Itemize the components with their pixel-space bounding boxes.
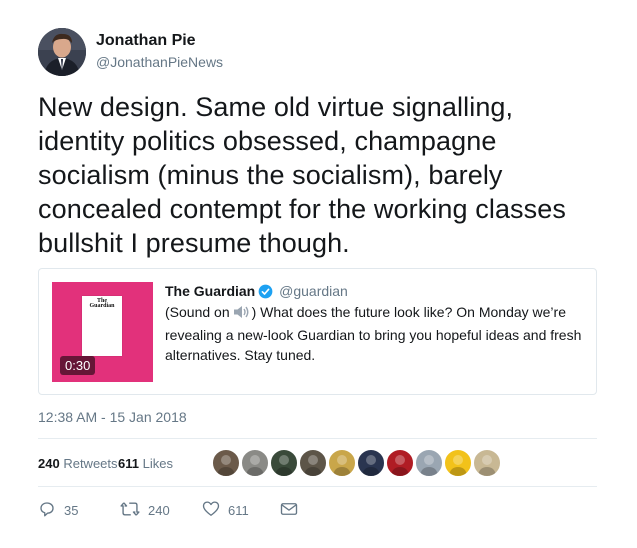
- liker-avatar-10[interactable]: [473, 449, 501, 477]
- verified-icon: [258, 284, 273, 303]
- divider: [38, 486, 597, 487]
- retweets-count: 240: [38, 456, 60, 471]
- retweet-count: 240: [148, 502, 170, 518]
- masthead-line: Guardian: [89, 303, 115, 309]
- retweet-button[interactable]: 240: [120, 500, 170, 520]
- reply-icon: [38, 500, 56, 521]
- tweet: Jonathan Pie @JonathanPieNews New design…: [0, 0, 637, 548]
- liker-avatar-6[interactable]: [357, 449, 385, 477]
- liker-avatar-4[interactable]: [299, 449, 327, 477]
- like-icon: [202, 500, 220, 520]
- quoted-video-thumbnail[interactable]: The Guardian 0:30: [52, 282, 153, 382]
- liker-avatar-8[interactable]: [415, 449, 443, 477]
- likes-stat[interactable]: 611 Likes: [118, 455, 173, 473]
- likes-label: Likes: [142, 456, 173, 471]
- liker-avatar-3[interactable]: [270, 449, 298, 477]
- quoted-author-name[interactable]: The Guardian: [165, 283, 255, 299]
- speaker-icon: [233, 304, 250, 325]
- retweet-icon: [120, 500, 140, 521]
- retweets-stat[interactable]: 240 Retweets: [38, 455, 118, 473]
- tweet-text-line: identity politics obsessed, champagne: [38, 126, 497, 156]
- tweet-timestamp[interactable]: 12:38 AM - 15 Jan 2018: [38, 409, 187, 425]
- quoted-tweet-card[interactable]: The Guardian 0:30 The Guardian @guardian…: [38, 268, 597, 395]
- liker-avatar-7[interactable]: [386, 449, 414, 477]
- retweets-label: Retweets: [63, 456, 118, 471]
- liker-avatar-5[interactable]: [328, 449, 356, 477]
- quoted-tweet-text: (Sound on) What does the future look lik…: [165, 302, 585, 365]
- liker-avatar-2[interactable]: [241, 449, 269, 477]
- like-count: 611: [228, 502, 249, 518]
- liker-avatar-9[interactable]: [444, 449, 472, 477]
- tweet-text-line: New design. Same old virtue signalling,: [38, 92, 514, 122]
- reply-count: 35: [64, 502, 79, 518]
- tweet-text-line: concealed contempt for the working class…: [38, 194, 566, 224]
- author-handle[interactable]: @JonathanPieNews: [96, 54, 223, 70]
- tweet-text-line: socialism (minus the socialism), barely: [38, 160, 503, 190]
- reply-button[interactable]: 35: [38, 500, 78, 520]
- like-button[interactable]: 611: [202, 500, 249, 520]
- video-duration: 0:30: [60, 356, 96, 375]
- message-icon: [280, 501, 298, 520]
- divider: [38, 438, 597, 439]
- likes-count: 611: [118, 456, 139, 471]
- newspaper-masthead: The Guardian: [84, 298, 120, 309]
- quoted-author-handle[interactable]: @guardian: [279, 283, 348, 299]
- author-name[interactable]: Jonathan Pie: [96, 32, 196, 50]
- liker-avatar-1[interactable]: [212, 449, 240, 477]
- tweet-text: New design. Same old virtue signalling, …: [38, 90, 618, 260]
- author-avatar[interactable]: [38, 28, 86, 76]
- direct-message-button[interactable]: [280, 500, 298, 520]
- author-avatar-image: [38, 28, 86, 76]
- tweet-text-line: bullshit I presume though.: [38, 228, 350, 258]
- newspaper-image: The Guardian: [82, 296, 122, 356]
- quoted-text-prefix: (Sound on: [165, 304, 230, 320]
- quoted-author[interactable]: The Guardian @guardian: [165, 282, 348, 303]
